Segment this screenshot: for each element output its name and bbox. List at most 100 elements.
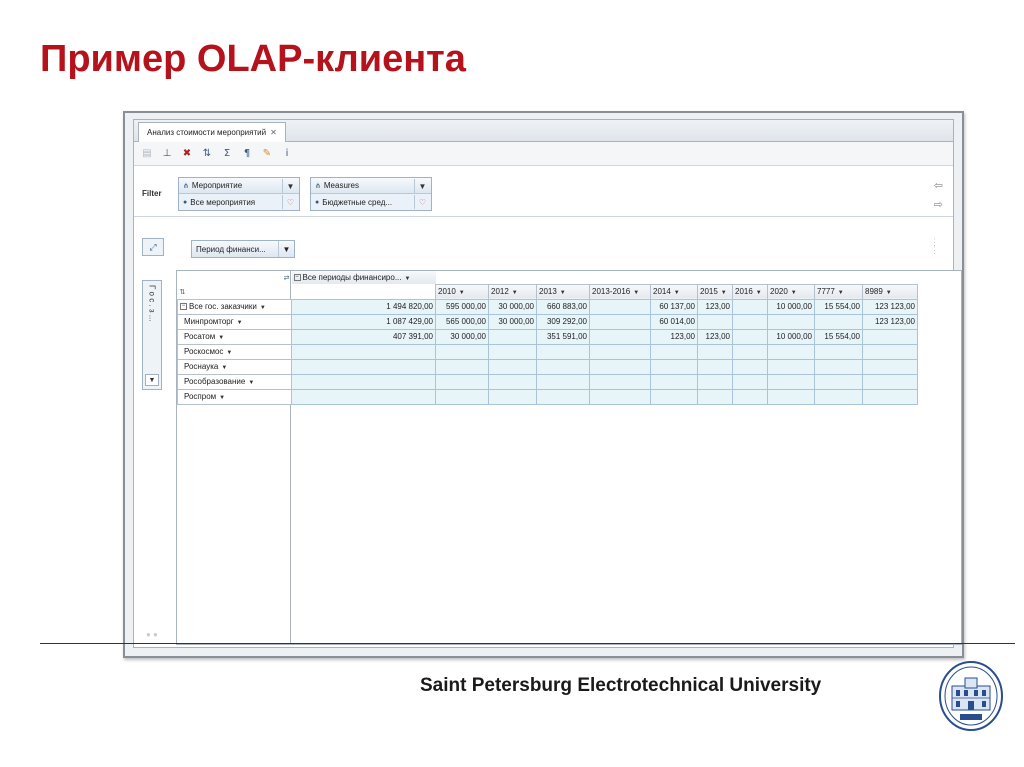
value-cell[interactable]	[488, 328, 537, 345]
column-header[interactable]: 2013-2016 ▼	[589, 283, 651, 300]
heart-icon[interactable]: ♡	[282, 195, 298, 209]
totals-icon[interactable]: Σ	[220, 147, 234, 161]
collapse-icon[interactable]: −	[293, 274, 301, 282]
value-cell[interactable]	[862, 388, 918, 405]
value-cell[interactable]: 660 883,00	[536, 298, 590, 315]
swap-axes-icon[interactable]: ⇄	[284, 274, 290, 282]
value-cell[interactable]	[862, 328, 918, 345]
column-header[interactable]: 8989 ▼	[862, 283, 918, 300]
row-header[interactable]: Росатом ▼	[177, 328, 292, 345]
value-cell[interactable]: 123 123,00	[862, 313, 918, 330]
value-cell[interactable]	[814, 358, 863, 375]
value-cell[interactable]: 30 000,00	[488, 298, 537, 315]
pivot-swap-icon[interactable]: ⤢	[142, 238, 164, 256]
caret-down-icon[interactable]: ▼	[721, 290, 727, 296]
value-cell[interactable]	[697, 358, 733, 375]
value-cell[interactable]	[488, 343, 537, 360]
column-header[interactable]: 2015 ▼	[697, 283, 733, 300]
value-cell[interactable]	[650, 388, 698, 405]
value-cell[interactable]	[435, 388, 489, 405]
value-cell[interactable]	[697, 313, 733, 330]
value-cell[interactable]: 30 000,00	[435, 328, 489, 345]
filter-reset-icon[interactable]: ✖	[180, 147, 194, 161]
value-cell[interactable]: 595 000,00	[435, 298, 489, 315]
value-cell[interactable]	[732, 328, 768, 345]
filter-measures[interactable]: ⋔ Measures ● Бюджетные сред... ▼ ♡	[310, 177, 432, 211]
row-header[interactable]: Роспром ▼	[177, 388, 292, 405]
caret-down-icon[interactable]: ▼	[633, 290, 639, 296]
value-cell[interactable]	[814, 388, 863, 405]
value-cell[interactable]: 565 000,00	[435, 313, 489, 330]
total-cell[interactable]: 407 391,00	[291, 328, 436, 345]
value-cell[interactable]	[650, 373, 698, 390]
swap-axes-icon[interactable]: ⇅	[180, 289, 186, 296]
row-dimension-panel[interactable]: Г о с . з ... ▼	[142, 280, 162, 390]
row-header[interactable]: Роскосмос ▼	[177, 343, 292, 360]
value-cell[interactable]	[814, 373, 863, 390]
value-cell[interactable]	[536, 373, 590, 390]
column-header[interactable]: 2012 ▼	[488, 283, 537, 300]
arrow-left-icon[interactable]: ⇦	[934, 179, 943, 192]
funnel-icon[interactable]: ▼	[278, 241, 294, 257]
value-cell[interactable]	[767, 358, 815, 375]
value-cell[interactable]: 30 000,00	[488, 313, 537, 330]
sort-icon[interactable]: ⇅	[200, 147, 214, 161]
row-header[interactable]: Рособразование ▼	[177, 373, 292, 390]
value-cell[interactable]	[650, 358, 698, 375]
value-cell[interactable]	[732, 388, 768, 405]
arrow-right-icon[interactable]: ⇨	[934, 198, 943, 211]
value-cell[interactable]	[536, 343, 590, 360]
value-cell[interactable]	[589, 373, 651, 390]
all-periods-header[interactable]: − Все периоды финансиро... ▼	[291, 271, 436, 284]
info-icon[interactable]: i	[280, 147, 294, 161]
value-cell[interactable]	[862, 358, 918, 375]
value-cell[interactable]	[767, 313, 815, 330]
close-icon[interactable]: ✕	[270, 124, 277, 142]
column-dimension-chip[interactable]: Период финанси... ▼	[191, 240, 295, 258]
value-cell[interactable]	[732, 313, 768, 330]
total-cell[interactable]: 1 494 820,00	[291, 298, 436, 315]
value-cell[interactable]	[732, 298, 768, 315]
caret-down-icon[interactable]: ▼	[219, 395, 225, 401]
paint-icon[interactable]: ✎	[260, 147, 274, 161]
value-cell[interactable]: 309 292,00	[536, 313, 590, 330]
collapse-icon[interactable]: −	[180, 303, 187, 311]
value-cell[interactable]	[697, 343, 733, 360]
column-header[interactable]: 2016 ▼	[732, 283, 768, 300]
value-cell[interactable]: 123,00	[697, 298, 733, 315]
value-cell[interactable]	[767, 343, 815, 360]
value-cell[interactable]	[435, 373, 489, 390]
format-icon[interactable]: ¶	[240, 147, 254, 161]
caret-down-icon[interactable]: ▼	[838, 290, 844, 296]
funnel-icon[interactable]: ▼	[414, 179, 430, 193]
value-cell[interactable]	[435, 343, 489, 360]
caret-down-icon[interactable]: ▼	[218, 335, 224, 341]
caret-down-icon[interactable]: ▼	[756, 290, 762, 296]
value-cell[interactable]: 123,00	[697, 328, 733, 345]
funnel-icon[interactable]: ▼	[282, 179, 298, 193]
total-cell[interactable]	[291, 358, 436, 375]
total-cell[interactable]	[291, 388, 436, 405]
row-header[interactable]: − Все гос. заказчики ▼	[177, 298, 292, 315]
value-cell[interactable]: 15 554,00	[814, 328, 863, 345]
filter-event[interactable]: ⋔ Мероприятие ● Все мероприятия ▼ ♡	[178, 177, 300, 211]
caret-down-icon[interactable]: ▼	[221, 365, 227, 371]
caret-down-icon[interactable]: ▼	[405, 276, 411, 282]
value-cell[interactable]	[814, 343, 863, 360]
value-cell[interactable]	[536, 388, 590, 405]
value-cell[interactable]	[589, 298, 651, 315]
value-cell[interactable]	[862, 373, 918, 390]
value-cell[interactable]	[862, 343, 918, 360]
column-header[interactable]: 2020 ▼	[767, 283, 815, 300]
caret-down-icon[interactable]: ▼	[226, 350, 232, 356]
caret-down-icon[interactable]: ▼	[886, 290, 892, 296]
value-cell[interactable]	[435, 358, 489, 375]
value-cell[interactable]	[536, 358, 590, 375]
tab-cost-analysis[interactable]: Анализ стоимости мероприятий ✕	[138, 122, 286, 142]
value-cell[interactable]	[589, 358, 651, 375]
value-cell[interactable]	[697, 388, 733, 405]
value-cell[interactable]	[767, 373, 815, 390]
value-cell[interactable]	[732, 343, 768, 360]
value-cell[interactable]: 123 123,00	[862, 298, 918, 315]
caret-down-icon[interactable]: ▼	[791, 290, 797, 296]
